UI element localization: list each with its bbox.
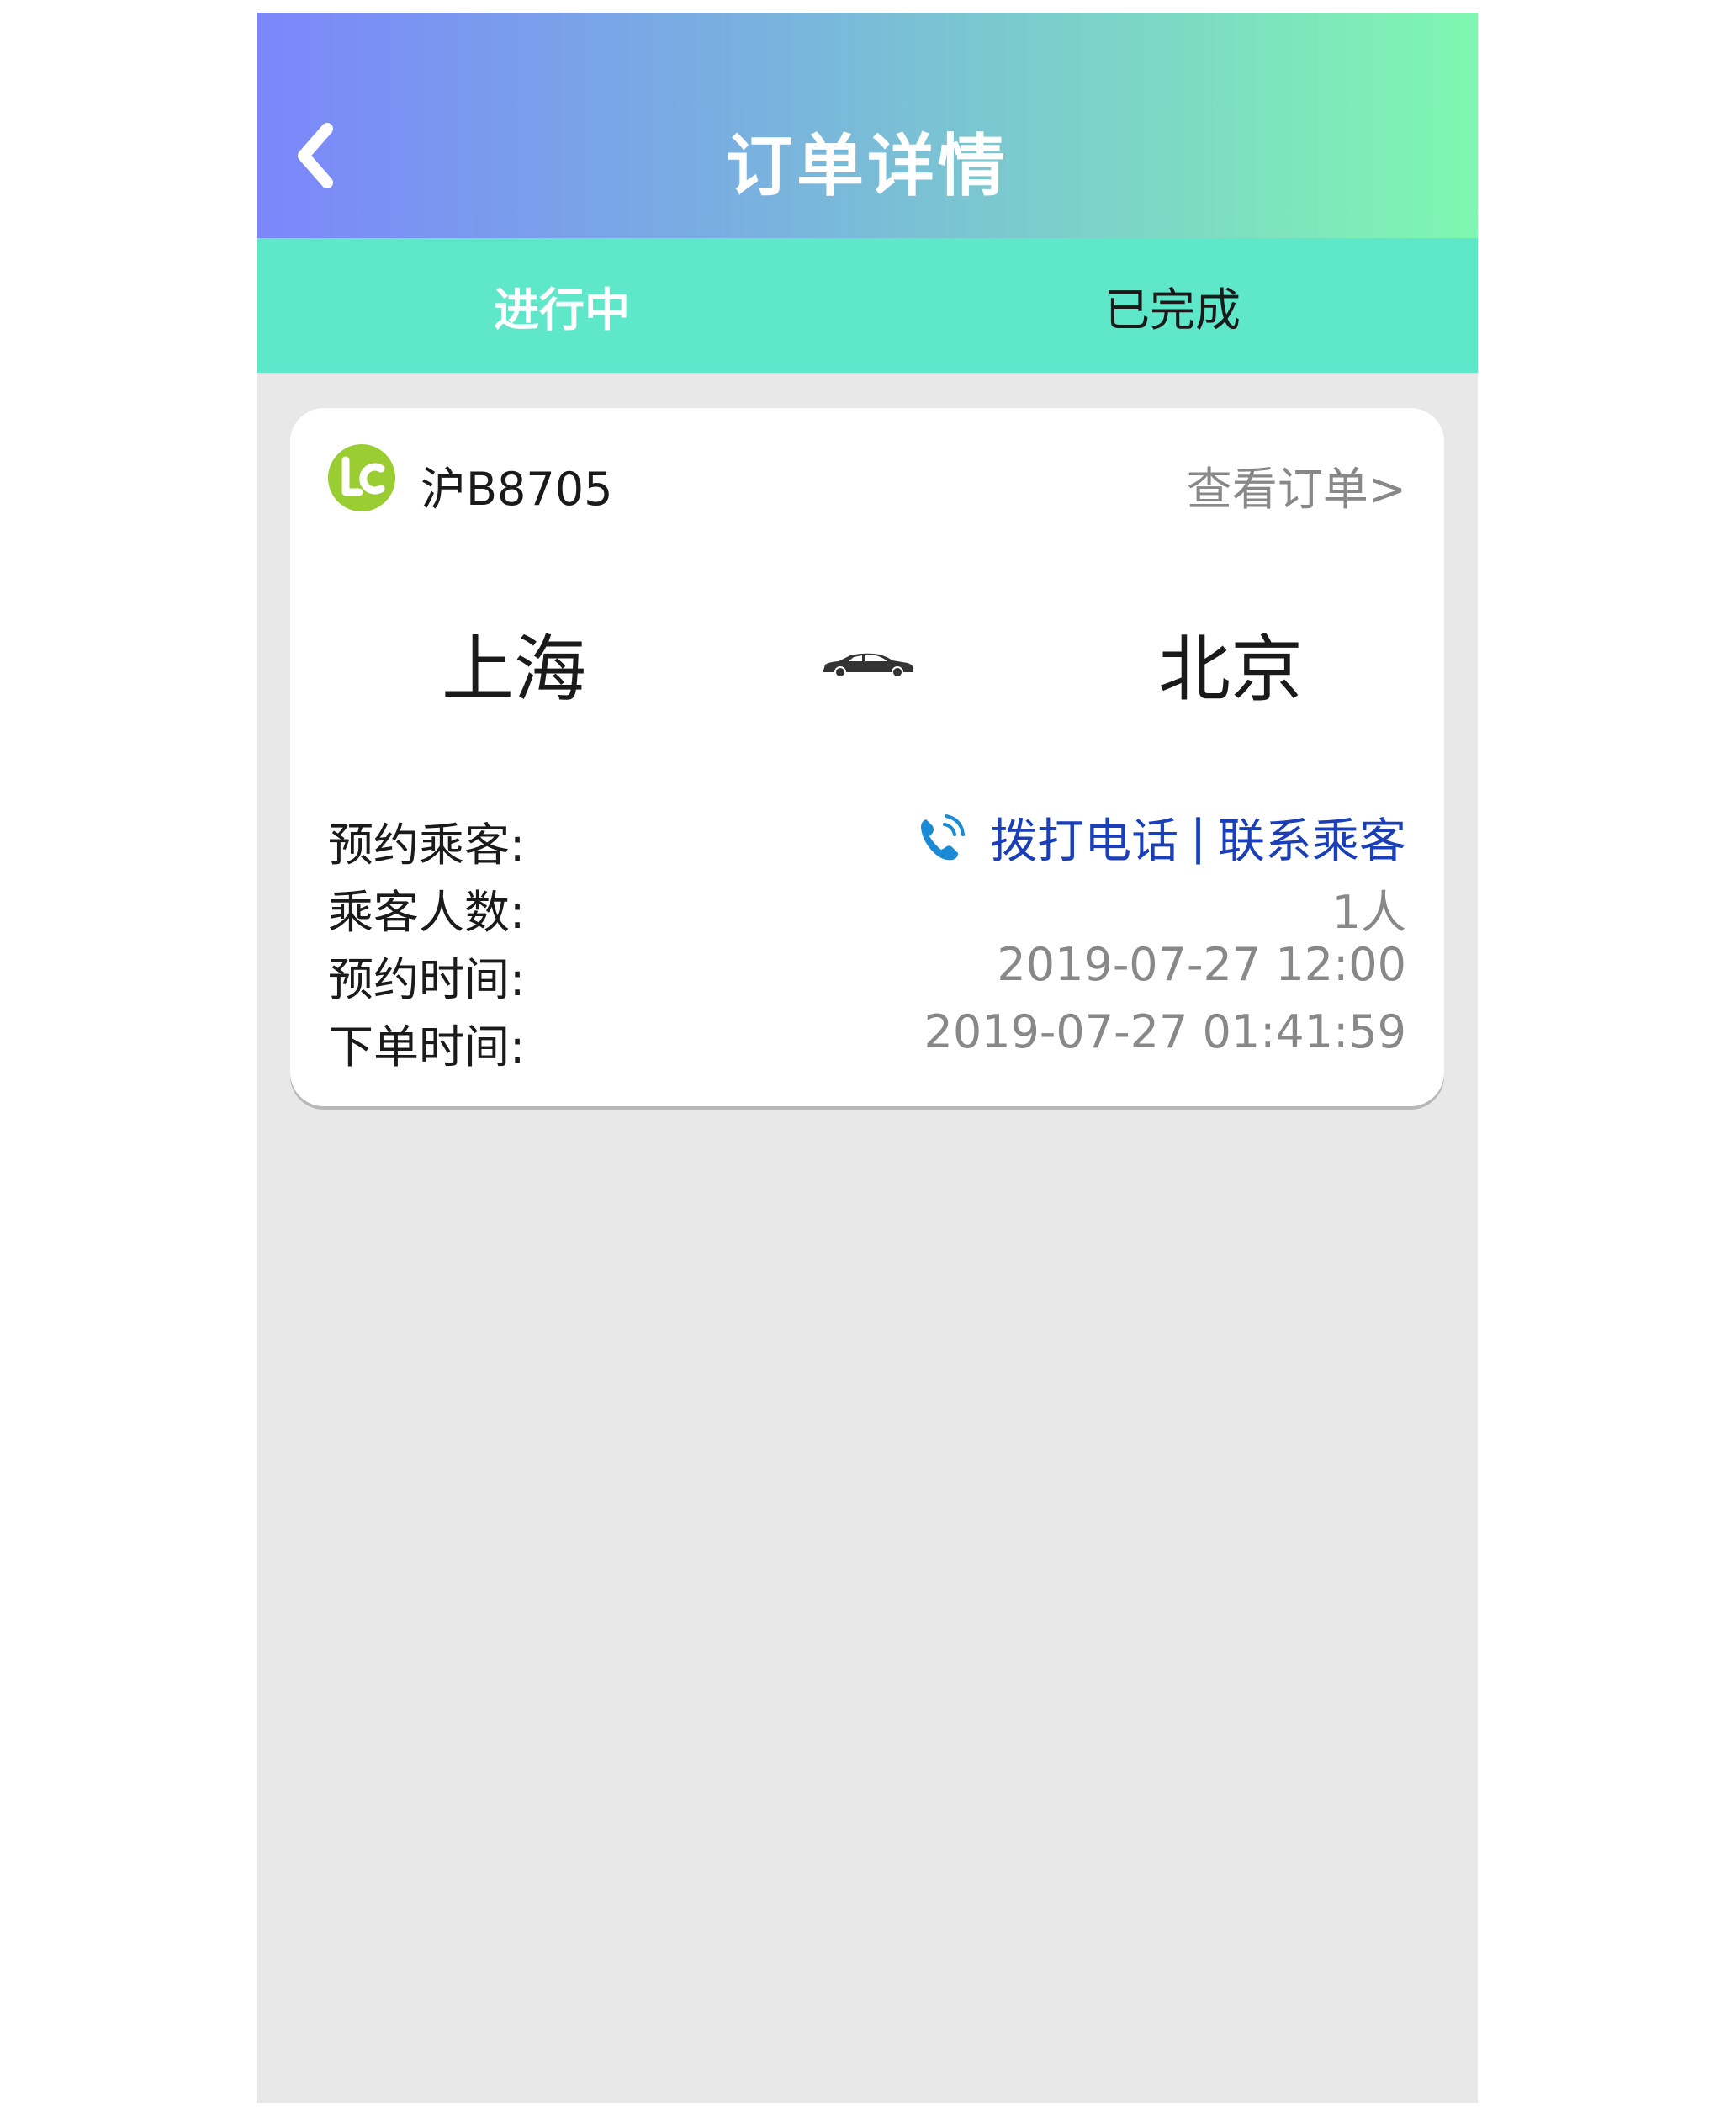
order-time-value: 2019-07-27 01:41:59 — [924, 1005, 1406, 1058]
appointment-time-label: 预约时间: — [328, 953, 526, 1006]
destination-city: 北京 — [1158, 628, 1303, 712]
origin-city: 上海 — [442, 628, 586, 712]
passenger-count-label: 乘客人数: — [328, 886, 526, 939]
phone-call-icon[interactable] — [914, 811, 968, 865]
contact-passenger-link[interactable]: 联系乘客 — [1218, 803, 1406, 872]
plate-number: 沪B8705 — [421, 463, 613, 516]
call-phone-link[interactable]: 拨打电话 — [990, 803, 1178, 872]
passenger-count-value: 1人 — [1331, 886, 1406, 939]
tab-completed[interactable]: 已完成 — [867, 238, 1478, 373]
tab-bar: 进行中 已完成 — [257, 238, 1478, 373]
app-screen: 订单详情 进行中 已完成 沪B8705 查看订单> 上海 北京 预约乘客: 拨打… — [257, 13, 1478, 2103]
page-title: 订单详情 — [726, 127, 1008, 205]
order-time-label: 下单时间: — [328, 1020, 526, 1073]
passenger-label: 预约乘客: — [328, 819, 526, 872]
order-card: 沪B8705 查看订单> 上海 北京 预约乘客: 拨打电话 | 联系乘客 乘客人… — [290, 408, 1444, 1106]
tab-in-progress[interactable]: 进行中 — [257, 238, 867, 373]
contact-separator: | — [1190, 810, 1206, 865]
lc-logo-icon — [328, 444, 395, 511]
contact-actions: 拨打电话 | 联系乘客 — [914, 803, 1406, 872]
view-order-link[interactable]: 查看订单> — [1187, 452, 1406, 518]
appointment-time-value: 2019-07-27 12:00 — [997, 938, 1406, 991]
car-icon — [823, 653, 913, 677]
header-bar: 订单详情 — [257, 13, 1478, 238]
